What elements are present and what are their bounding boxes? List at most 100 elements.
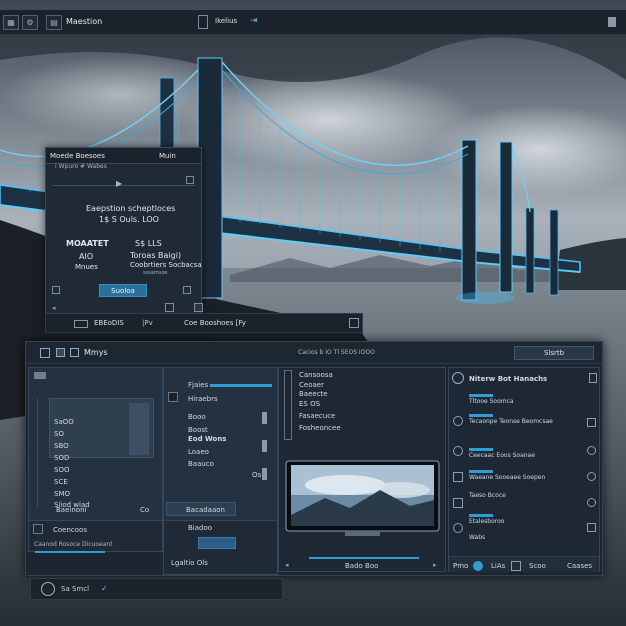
tree-item[interactable]: Ceoaer <box>299 381 324 389</box>
dialog-footer-bar: EBEoDIS |Pv Coe Booshoes [Fy <box>45 313 363 333</box>
grid-small-icon[interactable] <box>194 303 203 312</box>
middle-row[interactable]: Baauco <box>188 460 214 468</box>
search-icon[interactable] <box>41 582 55 596</box>
bookmark-icon[interactable] <box>589 373 597 383</box>
footer-mid-label: |Pv <box>142 319 153 327</box>
middle-panel-header: Fjaies <box>188 381 209 389</box>
list-view-icon[interactable] <box>70 348 79 357</box>
right-footer-label-b[interactable]: LiAs <box>491 562 505 570</box>
window-status-text: Cacios b IO Tl SEOS IOOO <box>298 349 375 356</box>
left-panel-scrollbar[interactable] <box>32 398 38 508</box>
power-icon[interactable] <box>453 523 463 533</box>
tree-item[interactable]: ES OS <box>299 400 320 408</box>
grid-icon[interactable]: ▦ <box>3 15 19 30</box>
left-list-item[interactable]: SOO <box>54 466 69 474</box>
left-panel-tab-icon[interactable] <box>34 372 46 379</box>
dialog-value-3: Coobrtiers Socbacsa <box>130 261 202 269</box>
file-icon[interactable] <box>33 524 43 534</box>
tree-scrollbar[interactable] <box>284 370 292 440</box>
folder-icon[interactable]: ▤ <box>46 15 62 30</box>
left-list-item[interactable]: SBO <box>54 442 69 450</box>
tab-label[interactable]: Ikelius <box>215 17 237 25</box>
right-list-item[interactable]: Tecaonpe Teonse Beomcsae <box>469 418 553 425</box>
right-list-item[interactable]: Tltooe Soomca <box>469 398 514 405</box>
middle-row[interactable]: Loaeo <box>188 448 209 456</box>
clock-icon[interactable] <box>453 416 463 426</box>
settings-small-icon[interactable] <box>587 446 596 455</box>
left-arrow-icon[interactable]: ◂ <box>285 561 289 569</box>
copy-icon[interactable] <box>165 303 174 312</box>
left-panel: SaOO SO SBO SOD SOO SCE SMO Siiod wlad <box>28 367 163 522</box>
left-list-item[interactable]: SO <box>54 430 64 438</box>
window-control-icon[interactable] <box>608 17 616 27</box>
right-list-item[interactable]: Taeso Bcoce <box>469 492 506 499</box>
shield-icon[interactable] <box>453 446 463 456</box>
left-panel-preview-block <box>129 403 149 455</box>
middle-row[interactable]: Booo <box>188 413 206 421</box>
dialog-intro-line-2: 1$ S Ouls. LOO <box>99 215 159 224</box>
middle-row[interactable]: Eod Wons <box>188 435 226 443</box>
right-list-item[interactable]: Ceecaac Eoos Soanae <box>469 452 535 459</box>
middle-row[interactable]: Hiraebrs <box>188 395 218 403</box>
app-title: Maestion <box>66 17 103 26</box>
tree-item[interactable]: Baeecte <box>299 390 328 398</box>
info-icon[interactable] <box>587 472 596 481</box>
arrow-icon[interactable]: ⇥ <box>250 16 258 26</box>
menu-icon[interactable] <box>183 286 191 294</box>
settings-icon[interactable]: ⚙ <box>22 15 38 30</box>
media-scrubber[interactable] <box>52 174 195 186</box>
footer-right-label: Coe Booshoes [Fy <box>184 319 246 327</box>
middle-row-icon[interactable] <box>168 392 178 402</box>
right-footer-label-c[interactable]: Scoo <box>529 562 546 570</box>
tree-item[interactable]: Fasaecuce <box>299 412 335 420</box>
middle-row[interactable]: Boost <box>188 426 208 434</box>
expand-icon[interactable] <box>186 176 194 184</box>
dialog-value-2: Toroas Baigi) <box>130 251 182 260</box>
middle-panel-slider[interactable] <box>210 384 272 387</box>
middle-lower-label: Lgaltio Ols <box>171 559 208 567</box>
tree-item[interactable]: Fosheoncee <box>299 424 341 432</box>
panel-toggle-icon[interactable] <box>587 418 596 427</box>
left-lower-subtitle: Caanod Rosoce Dicuoeant <box>34 541 113 548</box>
grid-view-icon[interactable] <box>56 348 65 357</box>
back-icon[interactable]: ◂ <box>52 304 56 312</box>
right-panel-heading: Niterw Bot Hanachs <box>469 375 548 383</box>
dialog-header-right: Muin <box>159 152 176 160</box>
monitor-small-icon[interactable] <box>74 320 88 328</box>
middle-toggle-icon[interactable] <box>262 440 267 452</box>
left-list-item[interactable]: SaOO <box>54 418 74 426</box>
folder-icon[interactable] <box>453 498 463 508</box>
image-icon[interactable] <box>349 318 359 328</box>
tag-icon[interactable] <box>511 561 521 571</box>
tree-item[interactable]: Cansoosa <box>299 371 333 379</box>
chart-icon[interactable] <box>40 348 50 358</box>
play-icon[interactable]: ▶ <box>116 179 122 188</box>
middle-lower-button[interactable] <box>198 537 236 549</box>
left-list-item[interactable]: SCE <box>54 478 68 486</box>
document-icon[interactable] <box>198 15 208 29</box>
right-footer-label-a[interactable]: Pmo <box>453 562 468 570</box>
middle-toggle-icon[interactable] <box>262 412 267 424</box>
middle-value: Os <box>252 471 262 479</box>
dialog-action-button[interactable]: Suoloa <box>99 284 147 297</box>
right-footer-label-d[interactable]: Caases <box>567 562 592 570</box>
checkbox-icon[interactable] <box>52 286 60 294</box>
monitor-preview <box>285 460 440 536</box>
right-list-item[interactable]: Etalesboroo <box>469 518 504 525</box>
right-list-item[interactable]: Wabs <box>469 534 485 541</box>
link-icon[interactable] <box>587 523 596 532</box>
right-list-item[interactable]: Waeane Sooeaee Soepen <box>469 474 545 481</box>
info-icon[interactable] <box>587 498 596 507</box>
middle-toggle-icon[interactable] <box>262 468 267 480</box>
checkmark-icon[interactable]: ✓ <box>101 584 108 593</box>
left-list-item[interactable]: SMO <box>54 490 70 498</box>
window-badge[interactable]: Slsrtb <box>514 346 594 360</box>
status-dot-icon[interactable] <box>473 561 483 571</box>
right-arrow-icon[interactable]: ▸ <box>433 561 437 569</box>
main-window: Mmys Cacios b IO Tl SEOS IOOO Slsrtb SaO… <box>25 341 603 576</box>
window-titlebar: Mmys Cacios b IO Tl SEOS IOOO Slsrtb <box>26 342 602 364</box>
calendar-icon[interactable] <box>453 472 463 482</box>
user-icon[interactable] <box>452 372 464 384</box>
left-list-item[interactable]: SOD <box>54 454 69 462</box>
footer-left-label: EBEoDIS <box>94 319 124 327</box>
